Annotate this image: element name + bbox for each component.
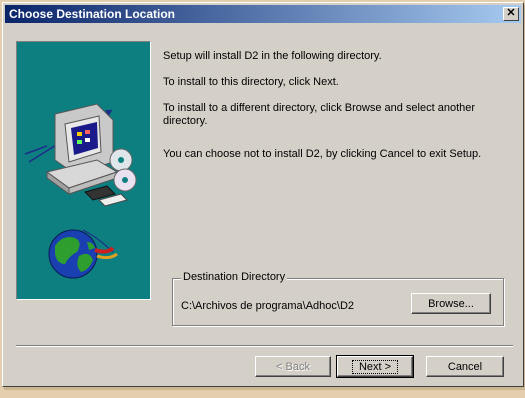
dialog-window: Choose Destination Location ✕ Setup will… (2, 2, 524, 387)
title-bar[interactable]: Choose Destination Location ✕ (5, 5, 521, 23)
destination-directory-label: Destination Directory (181, 271, 288, 283)
close-button[interactable]: ✕ (503, 7, 519, 21)
button-separator (16, 345, 513, 347)
browse-button[interactable]: Browse... (411, 293, 491, 314)
info-line-2: To install to this directory, click Next… (163, 76, 339, 88)
destination-directory-group: Destination Directory C:\Archivos de pro… (172, 271, 504, 326)
setup-illustration (16, 41, 151, 300)
info-line-1: Setup will install D2 in the following d… (163, 50, 382, 62)
close-icon: ✕ (506, 7, 516, 19)
computer-globe-icon (24, 103, 137, 279)
next-button-label: Next > (351, 360, 399, 374)
window-title: Choose Destination Location (9, 7, 176, 21)
info-line-4: You can choose not to install D2, by cli… (163, 148, 482, 160)
cancel-button-label: Cancel (447, 361, 483, 373)
next-button[interactable]: Next > (336, 355, 414, 378)
back-button[interactable]: < Back (255, 356, 331, 377)
info-line-3: To install to a different directory, cli… (163, 102, 476, 127)
browse-button-label: Browse... (428, 298, 474, 310)
back-button-label: < Back (276, 361, 310, 373)
cancel-button[interactable]: Cancel (426, 356, 504, 377)
destination-path: C:\Archivos de programa\Adhoc\D2 (181, 300, 355, 312)
